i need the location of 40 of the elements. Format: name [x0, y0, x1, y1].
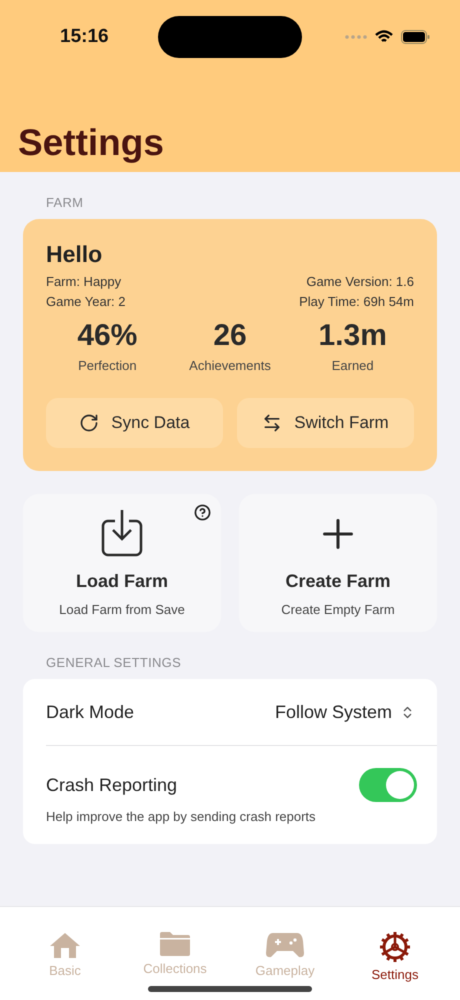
- stat-value: 26: [213, 319, 247, 353]
- swap-arrows-icon: [262, 413, 282, 433]
- folder-icon: [159, 931, 191, 957]
- refresh-icon: [79, 413, 100, 433]
- tile-title: Create Farm: [285, 571, 391, 592]
- help-icon[interactable]: [194, 504, 211, 521]
- farm-greeting: Hello: [46, 241, 104, 268]
- wifi-icon: [375, 30, 393, 44]
- stat-label: Perfection: [78, 358, 137, 373]
- status-time: 15:16: [60, 26, 110, 48]
- sync-button[interactable]: Sync Data: [46, 398, 223, 448]
- house-icon: [48, 931, 82, 959]
- battery-icon: [401, 30, 430, 44]
- farm-info: Play Time: 69h 54m: [299, 294, 414, 309]
- farm-info: Farm: Happy: [46, 274, 122, 289]
- tile-title: Load Farm: [76, 571, 168, 592]
- tab-item[interactable]: Settings: [340, 931, 450, 1000]
- signal-icon: [345, 35, 367, 39]
- farm-info: Game Version: 1.6: [306, 274, 414, 289]
- stat-value: 1.3m: [318, 319, 387, 353]
- setting-label: Dark Mode: [46, 702, 134, 722]
- farm-info: Game Year: 2: [46, 294, 126, 309]
- crash-toggle[interactable]: [359, 768, 417, 802]
- setting-label: Crash Reporting: [46, 774, 178, 796]
- section-header: FARM: [46, 195, 84, 210]
- stat-value: 46%: [77, 319, 138, 353]
- gear-icon: [379, 931, 411, 963]
- tile-subtitle: Load Farm from Save: [59, 602, 185, 617]
- dark-mode-picker[interactable]: Follow System: [274, 702, 392, 722]
- action-tile[interactable]: Load Farm Load Farm from Save: [23, 494, 221, 632]
- setting-description: Help improve the app by sending crash reports: [46, 809, 317, 824]
- switch-farm-button[interactable]: Switch Farm: [237, 398, 414, 448]
- gamepad-icon: [265, 931, 305, 959]
- tile-subtitle: Create Empty Farm: [281, 602, 395, 617]
- download-icon: [101, 509, 143, 557]
- stat-label: Achievements: [189, 358, 271, 373]
- page-title: Settings: [18, 122, 165, 164]
- section-header: GENERAL SETTINGS: [46, 655, 182, 670]
- action-tile[interactable]: Create Farm Create Empty Farm: [239, 494, 437, 632]
- stat-label: Earned: [332, 358, 374, 373]
